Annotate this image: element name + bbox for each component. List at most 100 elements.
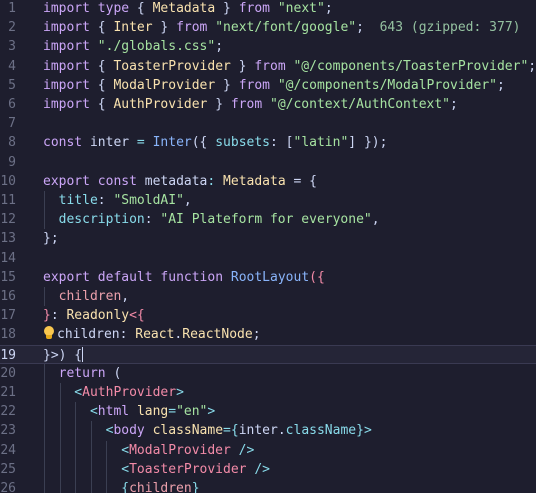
code-line[interactable]: 2 import { Inter } from "next/font/google… bbox=[0, 18, 536, 37]
code-token: } bbox=[230, 58, 255, 74]
code-line[interactable]: 20 return ( bbox=[0, 364, 536, 383]
code-token: , bbox=[121, 289, 130, 304]
code-text: title: "SmoldAI", bbox=[43, 191, 192, 210]
indent-guide bbox=[44, 191, 45, 230]
line-number: 12 bbox=[0, 212, 16, 228]
code-token: from bbox=[230, 97, 263, 112]
indent-guide bbox=[59, 383, 61, 493]
indent-guide bbox=[75, 402, 77, 493]
code-text: import { ToasterProvider } from "@/compo… bbox=[43, 57, 536, 76]
code-line[interactable]: 8 const inter = Inter({ subsets: ["latin"… bbox=[0, 133, 536, 152]
code-token: 643 (gzipped: 377) bbox=[363, 20, 521, 36]
code-line[interactable]: 17 }: Readonly<{ bbox=[0, 306, 536, 325]
line-number: 7 bbox=[8, 116, 16, 132]
code-token: RootLayout bbox=[230, 269, 310, 285]
code-text: children: React.ReactNode; bbox=[43, 325, 261, 344]
code-token: const bbox=[97, 173, 137, 189]
code-token: { bbox=[129, 1, 153, 16]
code-token: "latin" bbox=[293, 135, 349, 151]
code-token: : bbox=[144, 212, 161, 228]
indent-guide bbox=[44, 363, 45, 493]
line-number: 14 bbox=[0, 250, 16, 266]
code-token: ({ bbox=[309, 269, 325, 285]
code-line[interactable]: 18 children: React.ReactNode; bbox=[0, 325, 536, 344]
line-number: 26 bbox=[0, 481, 16, 493]
code-token: ] }); bbox=[348, 135, 388, 151]
code-line[interactable]: 6 import { AuthProvider } from "@/context… bbox=[0, 95, 536, 114]
code-text: description: "AI Plateform for everyone"… bbox=[43, 210, 380, 229]
code-token: from bbox=[176, 20, 208, 36]
code-line[interactable]: 22 <html lang="en"> bbox=[0, 402, 536, 421]
code-token: children bbox=[57, 327, 120, 343]
code-token: ; bbox=[496, 77, 505, 93]
code-token: ; bbox=[450, 97, 458, 112]
code-line[interactable]: 12 description: "AI Plateform for everyo… bbox=[0, 210, 536, 229]
code-text: children, bbox=[43, 287, 129, 306]
lightbulb-icon[interactable] bbox=[43, 326, 55, 340]
code-token: export bbox=[43, 173, 90, 189]
code-line[interactable]: 10 export const metadata: Metadata = { bbox=[0, 172, 536, 191]
code-line[interactable]: 26 {children} bbox=[0, 479, 536, 493]
code-token: ; bbox=[356, 20, 364, 36]
code-token: body bbox=[113, 423, 145, 439]
code-line[interactable]: 11 title: "SmoldAI", bbox=[0, 191, 536, 210]
code-line[interactable]: 23 <body className={inter.className}> bbox=[0, 421, 536, 440]
code-text: }: Readonly<{ bbox=[43, 306, 145, 325]
line-number: 10 bbox=[0, 173, 16, 189]
code-line[interactable]: 9 bbox=[0, 153, 536, 172]
code-token: ToasterProvider bbox=[129, 461, 247, 477]
code-token: metadata bbox=[144, 173, 208, 189]
code-line[interactable]: 3 import "./globals.css"; bbox=[0, 37, 536, 56]
code-token: default bbox=[97, 269, 153, 285]
code-token: from bbox=[238, 1, 271, 16]
code-token: ({ bbox=[191, 135, 216, 151]
code-token: "AI Plateform for everyone" bbox=[160, 212, 372, 228]
code-token: import bbox=[43, 39, 90, 55]
code-token: , bbox=[371, 212, 380, 228]
code-token: import bbox=[43, 20, 90, 36]
code-line[interactable]: 13}; bbox=[0, 229, 536, 248]
code-line[interactable]: 25 <ToasterProvider /> bbox=[0, 460, 536, 479]
code-line[interactable]: 7 bbox=[0, 114, 536, 133]
code-token: Metadata bbox=[223, 173, 286, 189]
code-token: Inter bbox=[113, 20, 153, 36]
code-line[interactable]: 5 import { ModalProvider } from "@/compon… bbox=[0, 76, 536, 95]
code-line[interactable]: 19}>) { bbox=[0, 344, 536, 364]
line-number: 11 bbox=[0, 193, 16, 208]
code-token: = bbox=[168, 404, 177, 420]
code-token: <{ bbox=[129, 308, 145, 324]
code-token: Readonly bbox=[66, 308, 130, 324]
code-token: } bbox=[207, 97, 231, 112]
code-token: ( bbox=[105, 365, 122, 381]
code-token: < bbox=[43, 385, 83, 400]
code-token: ; bbox=[324, 1, 333, 16]
code-text: export default function RootLayout({ bbox=[43, 268, 325, 287]
code-line[interactable]: 15 export default function RootLayout({ bbox=[0, 268, 536, 287]
code-editor[interactable]: 1 import type { Metadata } from "next"; 2 i… bbox=[0, 0, 536, 493]
line-number: 17 bbox=[0, 308, 16, 324]
code-token: function bbox=[160, 269, 224, 285]
code-token: "next" bbox=[277, 1, 325, 16]
code-token: < bbox=[43, 461, 130, 477]
code-token: "@/context/AuthContext" bbox=[270, 97, 451, 112]
code-text: import { ModalProvider } from "@/compone… bbox=[43, 76, 505, 95]
line-number: 13 bbox=[0, 231, 16, 247]
line-number: 21 bbox=[0, 385, 16, 400]
code-line[interactable]: 24 <ModalProvider /> bbox=[0, 441, 536, 460]
code-token: className bbox=[285, 423, 357, 439]
code-line[interactable]: 1 import type { Metadata } from "next"; bbox=[0, 0, 536, 18]
code-line[interactable]: 4 import { ToasterProvider } from "@/comp… bbox=[0, 57, 536, 76]
code-token: "SmoldAI" bbox=[113, 193, 184, 208]
code-token: description bbox=[43, 212, 145, 228]
code-text: import { AuthProvider } from "@/context/… bbox=[43, 95, 458, 114]
code-token: import bbox=[43, 1, 90, 16]
code-line[interactable]: 14 bbox=[0, 249, 536, 268]
code-line[interactable]: 16 children, bbox=[0, 287, 536, 306]
code-line[interactable]: 21 <AuthProvider> bbox=[0, 383, 536, 402]
code-token: ModalProvider bbox=[129, 442, 231, 458]
line-number: 18 bbox=[0, 327, 16, 343]
